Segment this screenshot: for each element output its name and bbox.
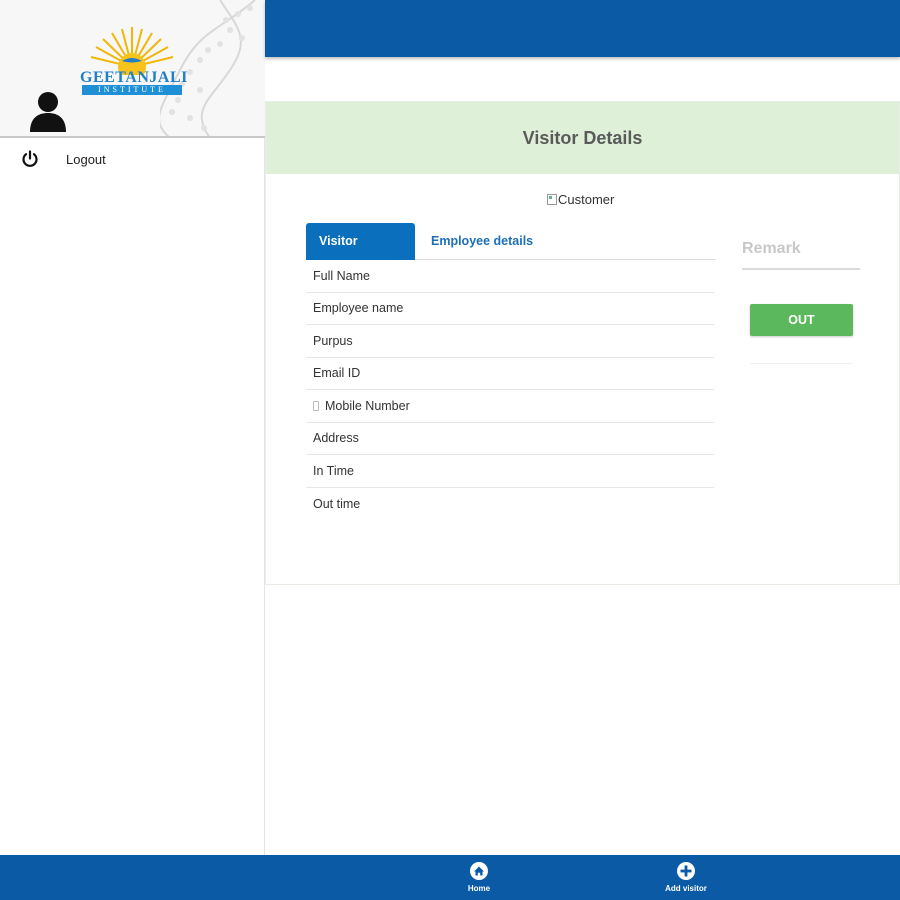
visitor-details-card: Visitor Details Customer Visitor Details… xyxy=(265,101,900,585)
logo-subtitle: INSTITUTE xyxy=(82,85,182,95)
field-out-time: Out time xyxy=(306,488,714,521)
sun-logo-icon xyxy=(90,27,174,75)
visitor-fields-list: Full Name Employee name Purpus Email ID … xyxy=(306,260,714,520)
field-in-time: In Time xyxy=(306,455,714,488)
home-icon xyxy=(470,862,488,880)
field-employee-name: Employee name xyxy=(306,293,714,325)
field-label: Mobile Number xyxy=(325,398,410,413)
out-button[interactable]: OUT xyxy=(750,304,853,336)
field-address: Address xyxy=(306,423,714,455)
sidebar: GEETANJALI INSTITUTE Logout xyxy=(0,0,265,855)
broken-image-icon xyxy=(547,194,557,205)
tab-employee-details[interactable]: Employee details xyxy=(418,223,546,260)
geetanjali-logo: GEETANJALI INSTITUTE xyxy=(80,25,187,97)
user-silhouette-icon xyxy=(30,92,66,132)
field-mobile-number: Mobile Number xyxy=(306,390,714,423)
field-label: Full Name xyxy=(313,268,370,283)
card-header: Visitor Details xyxy=(266,102,899,174)
logout-label: Logout xyxy=(66,152,106,167)
power-icon xyxy=(22,150,38,167)
field-label: Email ID xyxy=(313,366,361,381)
divider xyxy=(750,363,853,364)
nav-home-button[interactable]: Home xyxy=(449,861,509,893)
phone-icon xyxy=(313,400,319,411)
tab-visitor-details[interactable]: Visitor Details xyxy=(306,223,415,285)
field-email-id: Email ID xyxy=(306,358,714,390)
field-label: Employee name xyxy=(313,301,404,316)
nav-add-visitor-button[interactable]: Add visitor xyxy=(656,861,716,893)
field-label: Purpus xyxy=(313,333,353,348)
field-full-name: Full Name xyxy=(306,260,714,293)
field-purpose: Purpus xyxy=(306,325,714,358)
bottom-navigation: Home Add visitor xyxy=(0,855,900,900)
sidebar-header: GEETANJALI INSTITUTE xyxy=(0,0,265,138)
field-label: In Time xyxy=(313,463,354,478)
field-label: Out time xyxy=(313,496,361,511)
top-app-bar xyxy=(265,0,900,57)
customer-image-alt-text: Customer xyxy=(558,192,615,207)
details-tabs: Visitor Details Employee details xyxy=(306,223,716,285)
card-title: Visitor Details xyxy=(522,127,643,148)
nav-home-label: Home xyxy=(467,884,491,893)
add-circle-icon xyxy=(677,862,695,880)
customer-image: Customer xyxy=(547,192,614,207)
field-label: Address xyxy=(313,431,359,446)
logout-button[interactable]: Logout xyxy=(0,146,265,174)
nav-add-visitor-label: Add visitor xyxy=(665,884,707,893)
remark-input[interactable] xyxy=(742,230,860,270)
